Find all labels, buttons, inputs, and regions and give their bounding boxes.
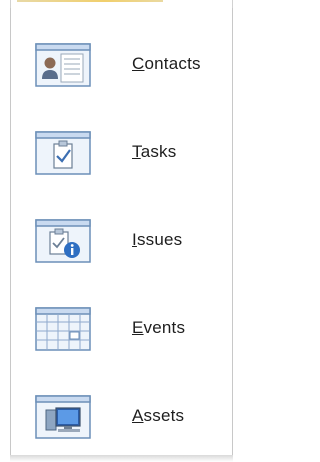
menu-item-issues[interactable]: Issues: [12, 202, 232, 278]
menu-item-contacts[interactable]: Contacts: [12, 26, 232, 102]
issues-list-icon: [34, 216, 92, 264]
menu-item-events[interactable]: Events: [12, 290, 232, 366]
tasks-list-icon: [34, 128, 92, 176]
menu-item-assets[interactable]: Assets: [12, 378, 232, 454]
menu-bottom-shadow: [10, 455, 233, 462]
assets-list-icon: [34, 392, 92, 440]
menu-item-label-tasks: Tasks: [132, 142, 177, 161]
menu-panel: Contacts Tasks Issues Events Assets: [10, 8, 233, 456]
menu-accent-bar: [17, 0, 163, 2]
menu-item-tasks[interactable]: Tasks: [12, 114, 232, 190]
menu-top-frame: [10, 0, 233, 8]
menu-item-label-contacts: Contacts: [132, 54, 201, 73]
menu-item-label-issues: Issues: [132, 230, 183, 249]
menu-item-label-assets: Assets: [132, 406, 185, 425]
contacts-list-icon: [34, 40, 92, 88]
events-calendar-icon: [34, 304, 92, 352]
menu-item-label-events: Events: [132, 318, 186, 337]
template-gallery-menu: Contacts Tasks Issues Events Assets: [0, 0, 241, 462]
